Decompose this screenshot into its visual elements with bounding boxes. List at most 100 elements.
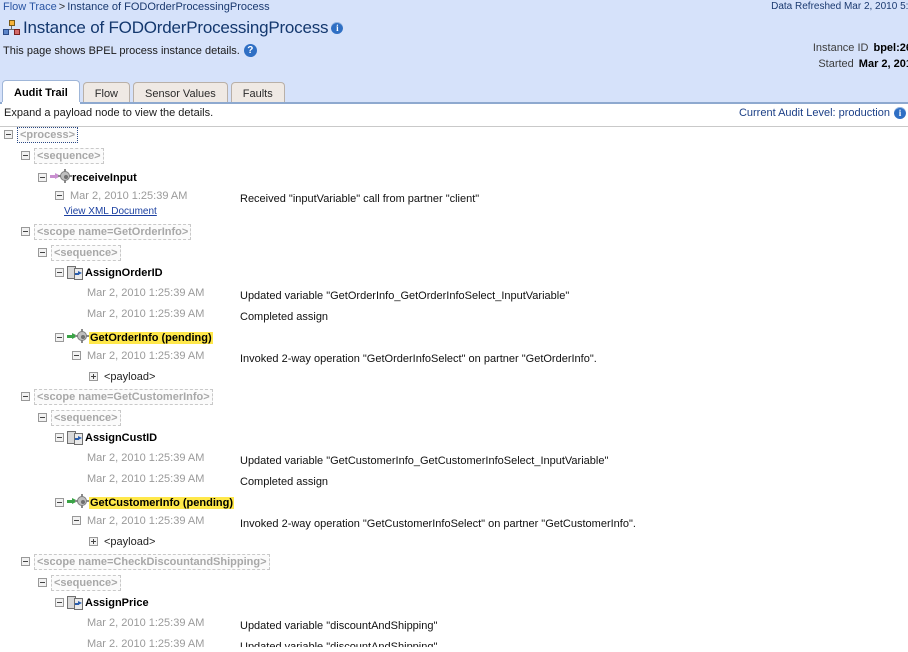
sub-toolbar: Expand a payload node to view the detail… [0, 104, 908, 127]
tree-tag-node[interactable]: <sequence> [51, 410, 121, 426]
payload-node-label[interactable]: <payload> [98, 371, 155, 383]
collapse-icon[interactable] [55, 433, 64, 442]
tab-flow[interactable]: Flow [83, 82, 130, 104]
tree-row: Mar 2, 2010 1:25:39 AM Updated variable "… [0, 287, 908, 308]
collapse-icon[interactable] [55, 191, 64, 200]
instance-id-label: Instance ID [813, 42, 869, 54]
expand-hint-label: Expand a payload node to view the detail… [4, 107, 213, 119]
collapse-icon[interactable] [21, 557, 30, 566]
tree-row: receiveInput [0, 169, 908, 190]
breadcrumb-separator: > [57, 1, 67, 13]
tree-row: <sequence> [0, 148, 908, 169]
collapse-icon[interactable] [38, 578, 47, 587]
event-timestamp: Mar 2, 2010 1:25:39 AM [81, 308, 204, 320]
collapse-icon[interactable] [72, 516, 81, 525]
event-message: Updated variable "GetCustomerInfo_GetCus… [240, 455, 608, 467]
collapse-icon[interactable] [55, 333, 64, 342]
tree-row: Mar 2, 2010 1:25:39 AM Completed assign [0, 308, 908, 329]
event-message: Invoked 2-way operation "GetOrderInfoSel… [240, 353, 597, 365]
tree-row: <sequence> [0, 410, 908, 431]
page-title: Instance of FODOrderProcessingProcess [23, 18, 328, 38]
tree-row: AssignOrderID [0, 266, 908, 287]
tab-audit-trail[interactable]: Audit Trail [2, 80, 80, 104]
audit-level-row: Current Audit Level: production i [739, 107, 906, 119]
view-xml-document-link[interactable]: View XML Document [64, 206, 157, 217]
title-info-icon[interactable]: i [331, 22, 343, 34]
breadcrumb-current: Instance of FODOrderProcessingProcess [67, 1, 269, 13]
collapse-icon[interactable] [38, 248, 47, 257]
page-header: Flow Trace>Instance of FODOrderProcessin… [0, 0, 908, 78]
process-hierarchy-icon [3, 20, 20, 36]
collapse-icon[interactable] [38, 413, 47, 422]
tree-tag-node[interactable]: <sequence> [51, 575, 121, 591]
tree-row: <sequence> [0, 245, 908, 266]
tree-activity-label[interactable]: AssignPrice [85, 597, 149, 609]
audit-level-label: Current Audit Level: production [739, 107, 890, 119]
tree-row: Mar 2, 2010 1:25:39 AMReceived "inputVar… [0, 190, 908, 224]
tree-row: <payload> [0, 371, 908, 389]
started-value: Mar 2, 201 [854, 58, 908, 70]
breadcrumb-link-flow-trace[interactable]: Flow Trace [3, 1, 57, 13]
tree-row: <scope name=GetOrderInfo> [0, 224, 908, 245]
tree-tag-node[interactable]: <scope name=CheckDiscountandShipping> [34, 554, 270, 570]
event-message: Invoked 2-way operation "GetCustomerInfo… [240, 518, 636, 530]
event-timestamp: Mar 2, 2010 1:25:39 AM [81, 350, 204, 362]
tree-tag-node[interactable]: <sequence> [34, 148, 104, 164]
event-timestamp: Mar 2, 2010 1:25:39 AM [81, 473, 204, 485]
help-icon[interactable]: ? [244, 44, 257, 57]
tab-faults[interactable]: Faults [231, 82, 285, 104]
event-timestamp: Mar 2, 2010 1:25:39 AM [81, 452, 204, 464]
audit-level-info-icon[interactable]: i [894, 107, 906, 119]
tree-row: Mar 2, 2010 1:25:39 AM Invoked 2-way oper… [0, 350, 908, 371]
assign-icon [67, 596, 85, 610]
tree-activity-label[interactable]: AssignCustID [85, 432, 157, 444]
tab-sensor-values[interactable]: Sensor Values [133, 82, 228, 104]
tree-row: Mar 2, 2010 1:25:39 AM Invoked 2-way oper… [0, 515, 908, 536]
tree-row: Mar 2, 2010 1:25:39 AMCompleted assign [0, 473, 908, 494]
collapse-icon[interactable] [72, 351, 81, 360]
event-timestamp: Mar 2, 2010 1:25:39 AM [81, 515, 204, 527]
assign-icon [67, 266, 85, 280]
data-refreshed-label: Data Refreshed Mar 2, 2010 5:5 [771, 1, 908, 12]
tree-row: AssignPrice [0, 596, 908, 617]
event-timestamp: Mar 2, 2010 1:25:39 AM [81, 617, 204, 629]
tree-tag-node[interactable]: <scope name=GetOrderInfo> [34, 224, 191, 240]
expand-icon[interactable] [89, 537, 98, 546]
tree-tag-node[interactable]: <sequence> [51, 245, 121, 261]
tree-activity-label[interactable]: receiveInput [72, 172, 137, 184]
tree-activity-label[interactable]: GetOrderInfo (pending) [89, 332, 213, 344]
collapse-icon[interactable] [21, 151, 30, 160]
receive-pink-gear-icon [50, 169, 72, 183]
expand-icon[interactable] [89, 372, 98, 381]
tree-row: <payload> [0, 536, 908, 554]
tree-row: <scope name=GetCustomerInfo> [0, 389, 908, 410]
audit-trail-tree: <process> <sequence> receiveInput Mar 2, 20… [0, 127, 908, 647]
collapse-icon[interactable] [55, 268, 64, 277]
tree-row: <scope name=CheckDiscountandShipping> [0, 554, 908, 575]
event-message: Updated variable "discountAndShipping" [240, 641, 437, 647]
started-label: Started [818, 58, 853, 70]
tree-tag-node[interactable]: <process> [17, 127, 78, 143]
event-timestamp: Mar 2, 2010 1:25:39 AM [64, 190, 187, 202]
tab-bar: Audit TrailFlowSensor ValuesFaults [0, 78, 908, 104]
page-description: This page shows BPEL process instance de… [3, 45, 240, 57]
started-row: StartedMar 2, 201 [813, 56, 908, 72]
page-title-row: Instance of FODOrderProcessingProcess i [3, 18, 343, 38]
tree-row: <sequence> [0, 575, 908, 596]
collapse-icon[interactable] [21, 227, 30, 236]
collapse-icon[interactable] [38, 173, 47, 182]
event-timestamp: Mar 2, 2010 1:25:39 AM [81, 287, 204, 299]
event-message: Updated variable "GetOrderInfo_GetOrderI… [240, 290, 569, 302]
collapse-icon[interactable] [55, 598, 64, 607]
tree-activity-label[interactable]: AssignOrderID [85, 267, 163, 279]
tree-row: Mar 2, 2010 1:25:39 AMUpdated variable "… [0, 617, 908, 638]
tree-activity-label[interactable]: GetCustomerInfo (pending) [89, 497, 234, 509]
collapse-icon[interactable] [21, 392, 30, 401]
payload-node-label[interactable]: <payload> [98, 536, 155, 548]
event-message: Completed assign [240, 311, 328, 323]
tree-tag-node[interactable]: <scope name=GetCustomerInfo> [34, 389, 213, 405]
collapse-icon[interactable] [55, 498, 64, 507]
tree-row: Mar 2, 2010 1:25:39 AMUpdated variable "… [0, 638, 908, 647]
tree-row: Mar 2, 2010 1:25:39 AM Updated variable "… [0, 452, 908, 473]
collapse-icon[interactable] [4, 130, 13, 139]
